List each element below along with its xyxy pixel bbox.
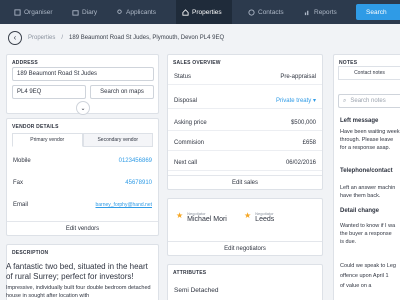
nav-label: Properties	[192, 8, 222, 16]
vendor-row-fax: Fax 45678910	[7, 175, 158, 191]
note-line: through. Please leave	[340, 137, 394, 143]
nav-reports[interactable]: Reports	[304, 0, 337, 24]
nav-label: Diary	[82, 8, 98, 16]
sales-row-commission: Commision £658	[168, 135, 322, 151]
note-line: for a response asap.	[340, 145, 391, 151]
sales-row-status: Status Pre-appraisal	[168, 69, 322, 85]
sales-row-disposal: Disposal Private treaty ▾	[168, 93, 322, 109]
expand-button[interactable]: ⌄	[76, 101, 90, 115]
dropdown-value: Private treaty	[275, 98, 312, 104]
chevron-down-icon: ⌄	[80, 105, 86, 112]
tab-primary-vendor[interactable]: Primary vendor	[12, 133, 83, 147]
back-button[interactable]: ‹	[8, 31, 22, 45]
search-placeholder: Search notes	[350, 98, 386, 104]
edit-vendors-button[interactable]: Edit vendors	[7, 221, 158, 235]
note-line: Have been waiting week	[340, 129, 400, 135]
vendor-row-email: Email barney_forphy@hand.net	[7, 197, 158, 213]
sales-row-next-call: Next call 06/02/2016	[168, 155, 322, 171]
search-on-maps-button[interactable]: Search on maps	[90, 85, 154, 99]
negotiator-name: Leeds	[255, 216, 275, 223]
tab-secondary-vendor[interactable]: Secondary vendor	[82, 133, 153, 147]
row-value: Pre-appraisal	[280, 73, 316, 80]
contacts-icon	[248, 8, 255, 16]
disposal-dropdown[interactable]: Private treaty ▾	[276, 97, 316, 104]
nav-label: Reports	[314, 8, 337, 16]
row-label: Next call	[174, 159, 198, 166]
negotiator-2: ★ Negotiator Leeds	[244, 211, 274, 223]
card-title: SALES OVERVIEW	[173, 60, 221, 66]
properties-icon	[182, 8, 189, 16]
card-title: VENDOR DETAILS	[12, 124, 59, 130]
diary-icon	[72, 9, 79, 16]
row-label: Commision	[174, 139, 205, 146]
caret-down-icon: ▾	[312, 98, 316, 104]
card-title: DESCRIPTION	[12, 250, 49, 256]
note-heading: Detail change	[340, 208, 380, 214]
card-title: ATTRIBUTES	[173, 270, 207, 276]
search-button[interactable]: Search	[356, 4, 400, 20]
nav-label: Organiser	[24, 8, 53, 16]
vendor-card: VENDOR DETAILS Primary vendor Secondary …	[6, 118, 159, 236]
attributes-card: ATTRIBUTES Semi Detached	[167, 264, 323, 300]
row-label: Mobile	[13, 158, 31, 164]
edit-negotiators-button[interactable]: Edit negotiators	[168, 241, 322, 255]
organiser-icon	[14, 8, 21, 16]
description-body: Impressive, individually built four doub…	[6, 285, 151, 299]
row-label: Fax	[13, 180, 24, 186]
breadcrumb: ‹ Properties / 189 Beaumont Road St Jude…	[8, 30, 224, 46]
note-line: Left an answer machin	[340, 185, 396, 191]
edit-sales-button[interactable]: Edit sales	[168, 175, 322, 189]
negotiator-1: ★ Negotiator Michael Mori	[176, 211, 227, 223]
tab-contact-notes[interactable]: Contact notes	[338, 66, 400, 80]
breadcrumb-separator: /	[61, 35, 64, 41]
row-label: Asking price	[174, 119, 207, 126]
row-label: Status	[174, 73, 192, 80]
row-value[interactable]: 0123456869	[119, 158, 152, 164]
top-nav: Organiser Diary Applicants Properties Co…	[0, 0, 400, 24]
nav-organiser[interactable]: Organiser	[14, 0, 53, 24]
reports-icon	[304, 10, 309, 15]
note-line: is due.	[340, 239, 357, 245]
attribute-item: Semi Detached	[174, 287, 219, 294]
breadcrumb-current: 189 Beaumont Road St Judes, Plymouth, De…	[69, 35, 225, 41]
note-line: have them back.	[340, 193, 381, 199]
vendor-row-mobile: Mobile 0123456869	[7, 153, 158, 169]
note-line: offence upon April 1	[340, 273, 389, 279]
nav-applicants[interactable]: Applicants	[116, 0, 156, 24]
star-icon: ★	[244, 211, 252, 220]
row-value: $500,000	[290, 119, 316, 126]
note-heading: Telephone/contact	[340, 168, 393, 174]
row-value[interactable]: 45678910	[125, 180, 152, 186]
nav-label: Applicants	[126, 8, 156, 16]
row-label: Disposal	[174, 97, 198, 104]
star-icon: ★	[176, 211, 184, 220]
card-title: ADDRESS	[12, 60, 38, 66]
note-line: Could we speak to Leg	[340, 263, 396, 269]
search-notes-input[interactable]: ⌕ Search notes	[338, 94, 400, 108]
nav-label: Contacts	[258, 8, 284, 16]
note-line: the buyer a response	[340, 231, 392, 237]
nav-properties[interactable]: Properties	[176, 0, 232, 24]
applicants-icon	[117, 8, 122, 14]
chevron-left-icon: ‹	[13, 33, 17, 42]
description-headline: A fantastic two bed, situated in the hea…	[6, 262, 148, 281]
negotiator-name: Michael Mori	[187, 216, 227, 223]
note-line: of value on a	[340, 283, 372, 289]
nav-contacts[interactable]: Contacts	[248, 0, 284, 24]
row-value: 06/02/2016	[285, 159, 316, 166]
note-heading: Left message	[340, 118, 379, 124]
vendor-tabs: Primary vendor Secondary vendor	[12, 133, 153, 147]
row-value: £658	[302, 139, 316, 146]
negotiators-card: ★ Negotiator Michael Mori ★ Negotiator L…	[167, 198, 323, 256]
row-label: Email	[13, 202, 29, 208]
row-value[interactable]: barney_forphy@hand.net	[95, 202, 152, 208]
note-line: Wanted to know if I wa	[340, 223, 396, 229]
sales-card: SALES OVERVIEW Status Pre-appraisal Disp…	[167, 54, 323, 190]
sales-row-asking-price: Asking price $500,000	[168, 115, 322, 131]
postcode-input[interactable]: PL4 9EQ	[12, 85, 86, 99]
breadcrumb-section[interactable]: Properties	[28, 35, 55, 41]
address-line1-input[interactable]: 189 Beaumont Road St Judes	[12, 67, 154, 81]
nav-diary[interactable]: Diary	[72, 0, 97, 24]
search-icon: ⌕	[343, 97, 347, 104]
